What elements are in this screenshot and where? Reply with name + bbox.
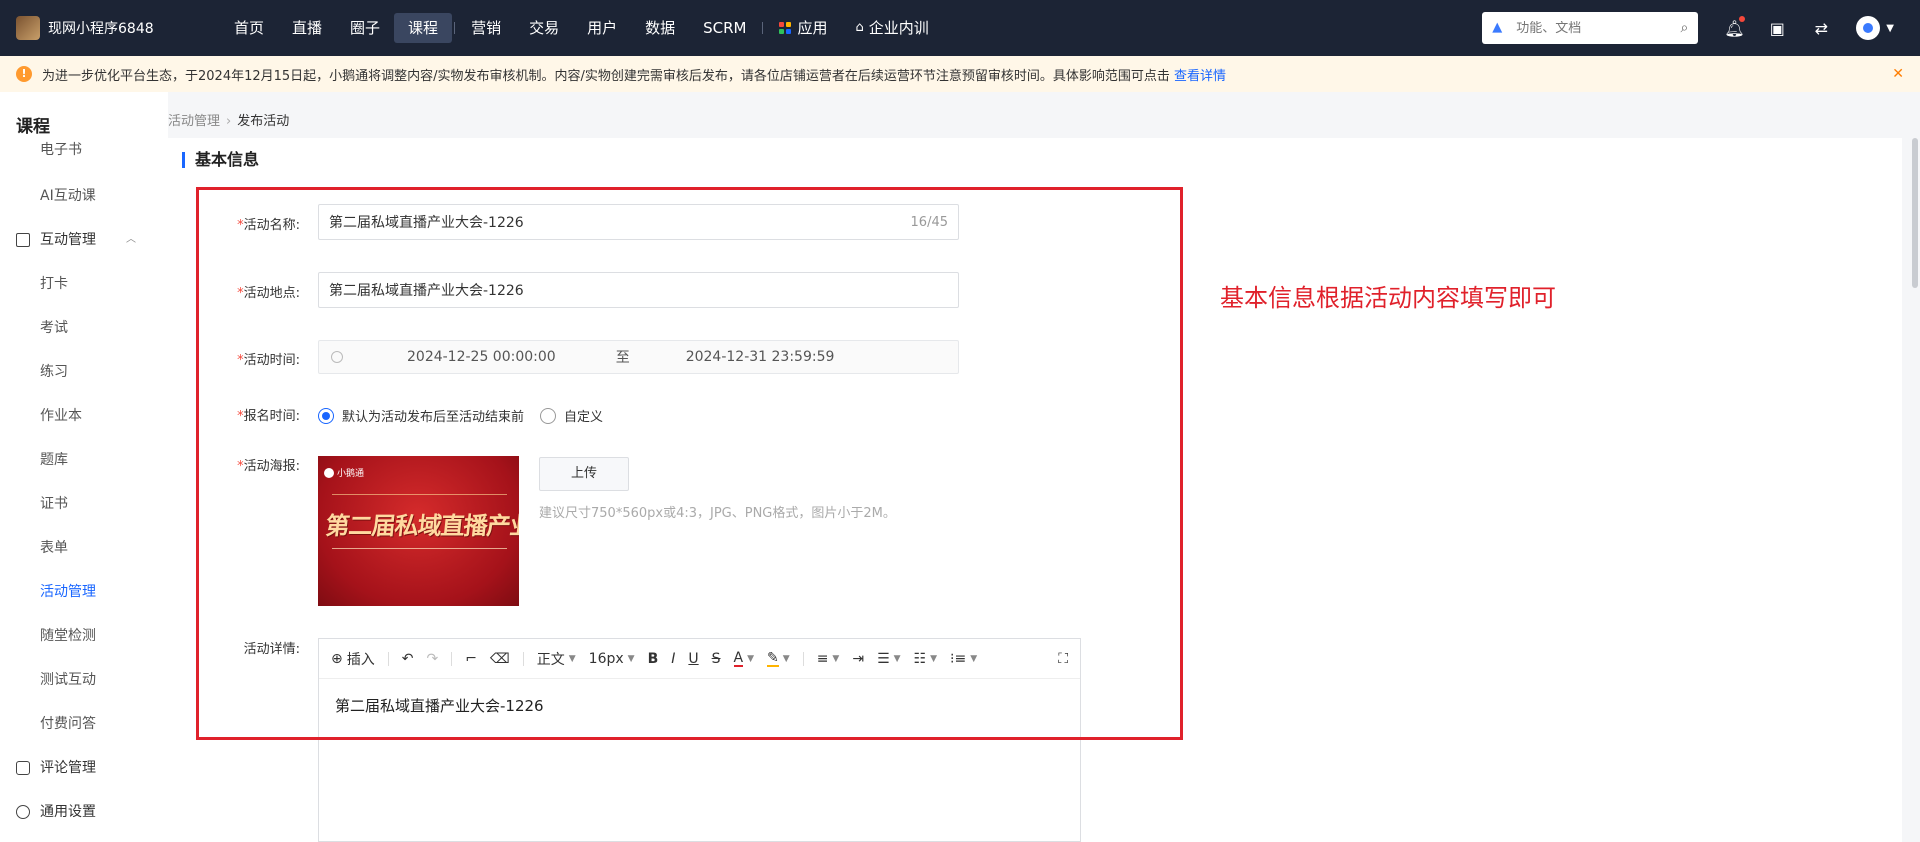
sidebar-group-interaction[interactable]: 互动管理 ︿ (0, 218, 168, 262)
notice-details-link[interactable]: 查看详情 (1174, 65, 1226, 84)
section-title: 基本信息 (182, 152, 259, 168)
notice-text: 为进一步优化平台生态，于2024年12月15日起，小鹅通将调整内容/实物发布审核… (42, 68, 1170, 84)
sidebar-item-quiz[interactable]: 随堂检测 (0, 614, 168, 658)
nav-trade[interactable]: 交易 (515, 13, 573, 43)
breadcrumb-separator: › (226, 114, 232, 129)
close-icon[interactable]: ✕ (1892, 66, 1904, 82)
main-nav: 首页 直播 圈子 课程 营销 交易 用户 数据 SCRM 应用 ⌂ 企业内训 (220, 13, 943, 43)
bell-icon[interactable]: 🔔︎ (1724, 15, 1746, 38)
avatar-dot (1863, 23, 1874, 33)
chevron-down-icon[interactable]: ▼ (1886, 23, 1894, 34)
breadcrumb-current: 发布活动 (237, 114, 290, 129)
breadcrumb-parent[interactable]: 活动管理 (168, 114, 220, 129)
nav-divider (454, 22, 456, 34)
sidebar-item-checkin[interactable]: 打卡 (0, 262, 168, 306)
sidebar-item-ai-course[interactable]: AI互动课 (0, 174, 168, 218)
nav-apps-label: 应用 (797, 19, 828, 37)
nav-enterprise-training[interactable]: ⌂ 企业内训 (842, 13, 943, 43)
store-icon[interactable]: ▣ (1768, 19, 1786, 38)
nav-enterprise-label: 企业内训 (868, 19, 929, 37)
comment-icon (16, 761, 30, 775)
sidebar-group-comments[interactable]: 评论管理 (0, 746, 168, 790)
sidebar-item-practice[interactable]: 练习 (0, 350, 168, 394)
nav-apps[interactable]: 应用 (765, 13, 841, 43)
sidebar-item-test-interaction[interactable]: 测试互动 (0, 658, 168, 702)
store-avatar (16, 16, 40, 40)
sidebar-title: 课程 (16, 117, 50, 137)
nav-marketing[interactable]: 营销 (457, 13, 515, 43)
chevron-up-icon: ︿ (126, 234, 136, 245)
gear-icon (16, 805, 30, 819)
sidebar-item-question-bank[interactable]: 题库 (0, 438, 168, 482)
nav-course[interactable]: 课程 (394, 13, 453, 43)
sidebar-item-certificate[interactable]: 证书 (0, 482, 168, 526)
sidebar-item-form[interactable]: 表单 (0, 526, 168, 570)
switch-icon[interactable]: ⇄ (1812, 19, 1830, 38)
annotation-text: 基本信息根据活动内容填写即可 (1220, 284, 1556, 312)
nav-scrm[interactable]: SCRM (689, 13, 760, 43)
house-icon: ⌂ (855, 20, 864, 35)
brand-search-icon: ▲ (1492, 20, 1503, 35)
search-icon[interactable]: ⌕ (1680, 20, 1688, 36)
avatar[interactable] (1856, 16, 1881, 40)
nav-divider (762, 22, 764, 34)
notification-dot (1739, 15, 1746, 22)
nav-live[interactable]: 直播 (278, 13, 336, 43)
sidebar-group2-label: 评论管理 (40, 760, 96, 776)
notice-bar: ! 为进一步优化平台生态，于2024年12月15日起，小鹅通将调整内容/实物发布… (0, 56, 1920, 92)
top-right-tools: ▲ ⌕ 🔔︎ ▣ ⇄ ▼ (1482, 12, 1894, 44)
sidebar-item-homework[interactable]: 作业本 (0, 394, 168, 438)
sidebar-group-label: 互动管理 (40, 232, 96, 248)
app-name: 现网小程序6848 (48, 21, 154, 37)
nav-circle[interactable]: 圈子 (336, 13, 394, 43)
search-input[interactable] (1516, 20, 1681, 36)
interaction-icon (16, 233, 30, 247)
sidebar-item-ebook[interactable]: 电子书 (0, 143, 168, 174)
sidebar-item-paid-qa[interactable]: 付费问答 (0, 702, 168, 746)
warning-icon: ! (16, 66, 32, 82)
breadcrumb: 活动管理 › 发布活动 (168, 110, 289, 129)
nav-users[interactable]: 用户 (573, 13, 631, 43)
sidebar: 课程 电子书 AI互动课 互动管理 ︿ 打卡 考试 练习 作业本 题库 证书 表… (0, 92, 168, 842)
search-box[interactable]: ▲ ⌕ (1482, 12, 1699, 44)
sidebar-item-activity[interactable]: 活动管理 (0, 570, 168, 614)
app-logo[interactable]: 现网小程序6848 (16, 16, 206, 40)
page-scrollbar[interactable] (1912, 138, 1918, 288)
nav-home[interactable]: 首页 (220, 13, 278, 43)
nav-data[interactable]: 数据 (631, 13, 689, 43)
top-navbar: 现网小程序6848 首页 直播 圈子 课程 营销 交易 用户 数据 SCRM 应… (0, 0, 1920, 56)
highlight-box (196, 187, 1183, 740)
apps-grid-icon (779, 22, 792, 34)
sidebar-group-settings[interactable]: 通用设置 (0, 790, 168, 834)
sidebar-item-exam[interactable]: 考试 (0, 306, 168, 350)
sidebar-group3-label: 通用设置 (40, 804, 96, 820)
